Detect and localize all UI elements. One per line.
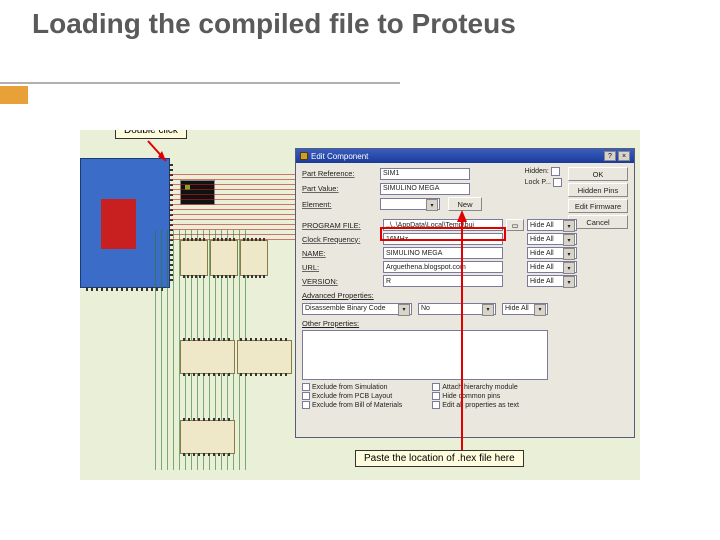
part-val-label: Part Value: [302,184,380,193]
hidden-checkbox[interactable] [551,167,560,176]
slide-title: Loading the compiled file to Proteus [32,8,516,40]
hide-combo-4[interactable]: Hide All [527,261,577,273]
hidden-label: Hidden: [525,168,549,175]
url-field[interactable]: Arguethena.blogspot.com [383,261,503,273]
dip-ic [240,240,268,276]
hide-pins-label: Hide common pins [442,393,500,400]
close-button[interactable]: × [618,151,630,161]
dip-ic-large [180,420,235,454]
callout-double-click: Double click [115,130,187,139]
hide-combo-2[interactable]: Hide All [527,233,577,245]
mcu-chip [101,199,136,249]
lockp-checkbox[interactable] [553,178,562,187]
hide-combo-6[interactable]: Hide All [502,303,548,315]
hide-combo-5[interactable]: Hide All [527,275,577,287]
hidden-pins-button[interactable]: Hidden Pins [568,183,628,197]
other-props-textarea[interactable] [302,330,548,380]
dip-ic [210,240,238,276]
dip-ic-large [180,340,235,374]
element-label: Element: [302,200,380,209]
edit-text-label: Edit all properties as text [442,402,519,409]
excl-sim-label: Exclude from Simulation [312,384,387,391]
version-field[interactable]: R [383,275,503,287]
clock-field[interactable]: 16MHz [383,233,503,245]
cancel-button[interactable]: Cancel [568,215,628,229]
excl-sim-checkbox[interactable] [302,383,310,391]
dip-row-1 [180,240,295,280]
help-button[interactable]: ? [604,151,616,161]
excl-pcb-label: Exclude from PCB Layout [312,393,392,400]
program-file-label: PROGRAM FILE: [302,221,380,230]
new-button[interactable]: New [448,197,482,211]
proteus-screenshot: Double click Edit Component ? × OK Hi [80,130,640,480]
hide-combo-3[interactable]: Hide All [527,247,577,259]
dip-ic [180,240,208,276]
part-ref-label: Part Reference: [302,169,380,178]
edit-text-checkbox[interactable] [432,401,440,409]
dialog-icon [300,152,308,160]
name-label: NAME: [302,249,380,258]
callout-paste-hex: Paste the location of .hex file here [355,450,524,467]
hide-combo-1[interactable]: Hide All [527,219,577,231]
title-underline [0,82,400,84]
dip-row-3 [180,420,295,460]
part-ref-field[interactable]: SIM1 [380,168,470,180]
name-field[interactable]: SIMULINO MEGA [383,247,503,259]
clock-label: Clock Frequency: [302,235,380,244]
adv-prop-combo[interactable]: Disassemble Binary Code [302,303,412,315]
lockp-label: Lock P... [525,179,551,186]
slide-accent [0,86,28,104]
excl-bom-checkbox[interactable] [302,401,310,409]
edit-firmware-button[interactable]: Edit Firmware [568,199,628,213]
adv-props-label: Advanced Properties: [302,291,628,300]
excl-bom-label: Exclude from Bill of Materials [312,402,402,409]
dialog-body: OK Hidden Pins Edit Firmware Cancel Hidd… [296,163,634,437]
dialog-title: Edit Component [311,152,368,161]
bottom-checkboxes: Exclude from Simulation Exclude from PCB… [302,383,628,409]
other-props-label: Other Properties: [302,319,628,328]
url-label: URL: [302,263,380,272]
element-combo[interactable] [380,198,440,210]
excl-pcb-checkbox[interactable] [302,392,310,400]
edit-component-dialog: Edit Component ? × OK Hidden Pins Edit F… [295,148,635,438]
ok-button[interactable]: OK [568,167,628,181]
dip-row-2 [180,340,295,380]
dialog-titlebar[interactable]: Edit Component ? × [296,149,634,163]
top-right-checks: Hidden: Lock P... [525,167,562,189]
hide-pins-checkbox[interactable] [432,392,440,400]
adv-value-combo[interactable]: No [418,303,496,315]
attach-hier-checkbox[interactable] [432,383,440,391]
program-file-field[interactable]: ..\..\AppData\Local\Temp\bui [383,219,503,231]
version-label: VERSION: [302,277,380,286]
attach-hier-label: Attach hierarchy module [442,384,517,391]
browse-icon[interactable]: ▭ [506,219,524,231]
part-val-field[interactable]: SIMULINO MEGA [380,183,470,195]
dialog-button-column: OK Hidden Pins Edit Firmware Cancel [568,167,628,231]
dip-ic-large [237,340,292,374]
